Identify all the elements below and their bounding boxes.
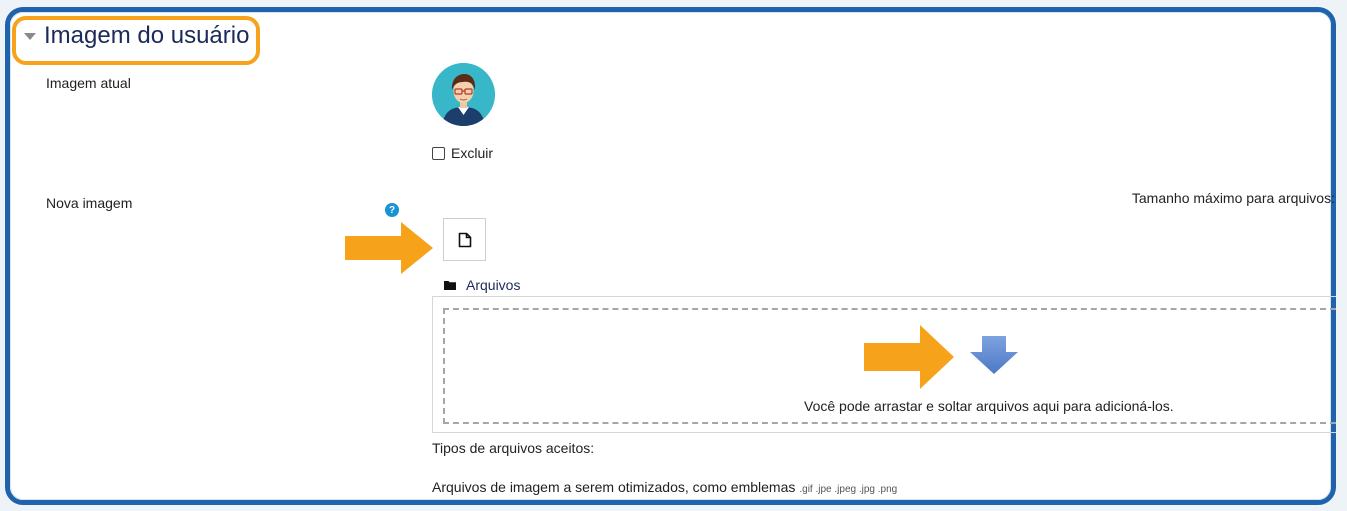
delete-image-checkbox[interactable] — [432, 146, 445, 160]
dropzone-instructions: Você pode arrastar e soltar arquivos aqu… — [804, 398, 1174, 414]
add-file-button[interactable] — [443, 218, 486, 261]
current-image-label: Imagem atual — [46, 75, 131, 91]
accepted-types-label: Tipos de arquivos aceitos: — [432, 440, 595, 456]
file-icon — [458, 232, 471, 247]
files-folder-row[interactable]: Arquivos — [444, 277, 520, 293]
drop-arrow-icon — [970, 336, 1018, 374]
delete-image-checkbox-row[interactable]: Excluir — [432, 145, 493, 161]
section-header[interactable]: Imagem do usuário — [24, 22, 249, 50]
max-file-size-text: Tamanho máximo para arquivos: — [1131, 190, 1335, 206]
delete-image-label[interactable]: Excluir — [451, 145, 493, 161]
folder-icon — [444, 281, 456, 290]
user-avatar — [432, 63, 495, 126]
annotation-arrow-file-button — [345, 222, 433, 274]
files-folder-label[interactable]: Arquivos — [466, 277, 520, 293]
accepted-types-description: Arquivos de imagem a serem otimizados, c… — [432, 479, 897, 495]
new-image-label: Nova imagem — [46, 195, 133, 211]
annotation-arrow-dropzone — [864, 325, 954, 389]
accepted-types-text: Arquivos de imagem a serem otimizados, c… — [432, 479, 796, 495]
collapse-caret-icon[interactable] — [24, 32, 36, 40]
accepted-extensions: .gif .jpe .jpeg .jpg .png — [799, 484, 898, 495]
question-circle-icon[interactable]: ? — [385, 203, 399, 217]
section-title: Imagem do usuário — [44, 22, 250, 49]
